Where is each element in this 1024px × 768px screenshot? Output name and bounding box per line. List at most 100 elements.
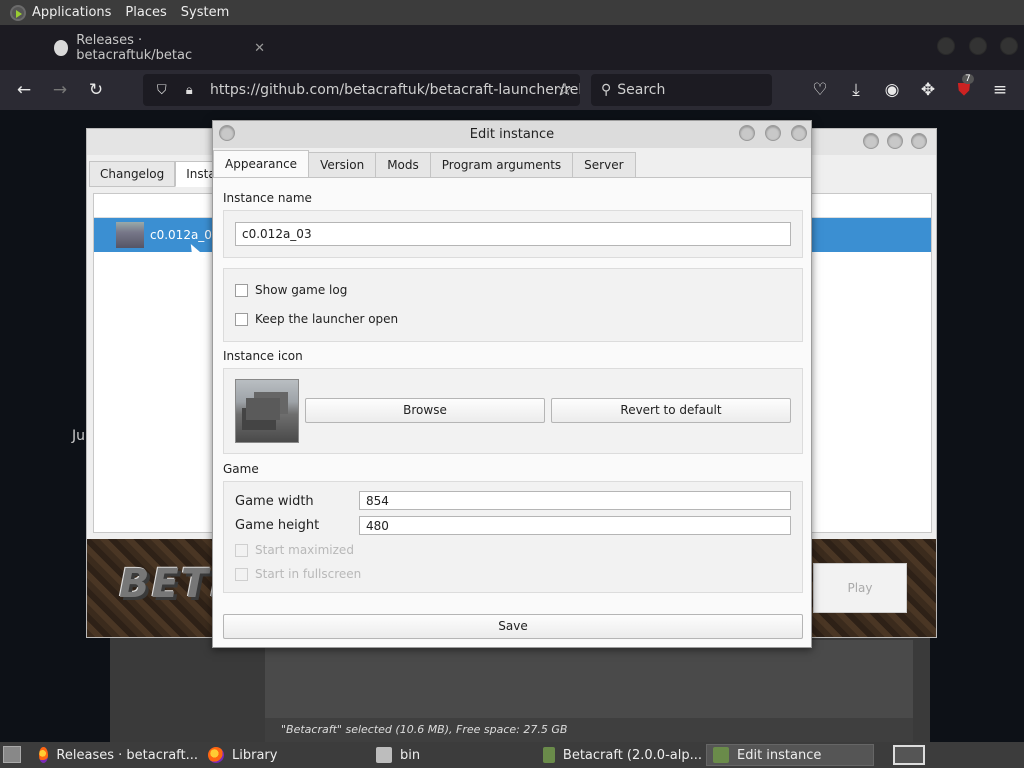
file-manager-statusbar: "Betacraft" selected (10.6 MB), Free spa…: [265, 718, 913, 742]
instance-icon-label: Instance icon: [223, 349, 303, 363]
game-group: Game width 854 Game height 480 Start max…: [223, 481, 803, 593]
start-maximized-label: Start maximized: [255, 543, 354, 557]
checkbox-box[interactable]: [235, 312, 248, 326]
start-fullscreen-checkbox: Start in fullscreen: [235, 567, 361, 581]
window-maximize-button[interactable]: [969, 37, 987, 55]
browser-tab-title: Releases · betacraftuk/betac: [76, 33, 193, 63]
dialog-minimize-button[interactable]: [739, 125, 755, 141]
taskbar-item-label: bin: [400, 747, 421, 763]
taskbar: Releases · betacraft... Library bin Beta…: [0, 742, 1024, 768]
checkbox-box[interactable]: [235, 283, 248, 297]
ublock-badge: 7: [962, 74, 974, 84]
browse-button[interactable]: Browse: [305, 398, 545, 423]
instance-name-field[interactable]: c0.012a_03: [235, 222, 791, 246]
browser-navbar: ← → ↻ ⛉ 🔒︎ https://github.com/betacraftu…: [0, 70, 1024, 110]
bookmark-star-icon[interactable]: ☆: [553, 78, 577, 102]
show-game-log-label: Show game log: [255, 283, 348, 297]
game-section-label: Game: [223, 462, 259, 476]
taskbar-item-bin[interactable]: bin: [370, 744, 535, 766]
start-fullscreen-label: Start in fullscreen: [255, 567, 362, 581]
tab-version[interactable]: Version: [309, 152, 377, 178]
download-icon[interactable]: ⤓: [844, 78, 868, 102]
betacraft-icon: [713, 747, 729, 763]
folder-icon: [376, 747, 392, 763]
instance-name-label: Instance name: [223, 191, 312, 205]
pocket-icon[interactable]: ♡: [808, 78, 832, 102]
tab-close-icon[interactable]: ✕: [254, 41, 265, 56]
game-height-field[interactable]: 480: [359, 516, 791, 535]
search-icon: ⚲: [601, 82, 612, 98]
start-maximized-checkbox: Start maximized: [235, 543, 354, 557]
edit-instance-dialog: Edit instance Instance name c0.012a_03 S…: [212, 120, 812, 648]
menu-applications[interactable]: Applications: [32, 5, 111, 20]
launcher-maximize-button[interactable]: [887, 133, 903, 149]
show-desktop-icon[interactable]: [3, 746, 21, 763]
browser-tabbar: Releases · betacraftuk/betac ✕: [0, 25, 1024, 70]
taskbar-item-edit-instance[interactable]: Edit instance: [706, 744, 874, 766]
revert-to-default-button[interactable]: Revert to default: [551, 398, 791, 423]
page-heading-fragment: Ju: [72, 428, 86, 444]
url-bar[interactable]: ⛉ 🔒︎ https://github.com/betacraftuk/beta…: [143, 74, 580, 106]
back-arrow-icon[interactable]: ←: [12, 78, 36, 102]
dialog-close-button[interactable]: [791, 125, 807, 141]
appearance-pane: Instance name c0.012a_03 Show game log K…: [213, 177, 811, 647]
account-icon[interactable]: ◉: [880, 78, 904, 102]
extensions-icon[interactable]: ✥: [916, 78, 940, 102]
firefox-icon: [39, 747, 49, 763]
tab-program-arguments[interactable]: Program arguments: [430, 152, 574, 178]
taskbar-item-betacraft[interactable]: Betacraft (2.0.0-alp...: [537, 744, 702, 766]
reload-icon[interactable]: ↻: [84, 78, 108, 102]
game-width-field[interactable]: 854: [359, 491, 791, 510]
taskbar-item-firefox-releases[interactable]: Releases · betacraft...: [33, 744, 198, 766]
launcher-close-button[interactable]: [911, 133, 927, 149]
instance-name-group: c0.012a_03: [223, 210, 803, 258]
lock-icon[interactable]: 🔒︎: [180, 83, 197, 98]
checkbox-box: [235, 567, 248, 581]
taskbar-item-label: Edit instance: [737, 747, 822, 763]
taskbar-item-label: Betacraft (2.0.0-alp...: [562, 747, 702, 763]
search-input[interactable]: ⚲ Search: [591, 74, 772, 106]
instance-row-name: c0.012a_03: [150, 228, 220, 242]
window-close-button[interactable]: [1000, 37, 1018, 55]
url-text[interactable]: https://github.com/betacraftuk/betacraft…: [210, 82, 580, 98]
github-icon: [54, 40, 69, 56]
instance-thumbnail: [116, 222, 144, 248]
game-width-label: Game width: [235, 494, 314, 509]
tab-mods[interactable]: Mods: [376, 152, 431, 178]
show-game-log-checkbox[interactable]: Show game log: [235, 283, 347, 297]
window-minimize-button[interactable]: [937, 37, 955, 55]
menu-system[interactable]: System: [181, 5, 229, 20]
game-height-label: Game height: [235, 518, 320, 533]
dialog-menu-button[interactable]: [219, 125, 235, 141]
search-placeholder: Search: [617, 82, 666, 98]
hamburger-menu-icon[interactable]: ≡: [988, 78, 1012, 102]
browser-tab-releases[interactable]: Releases · betacraftuk/betac ✕: [40, 33, 265, 63]
firefox-icon: [208, 747, 224, 763]
dialog-title: Edit instance: [213, 121, 811, 148]
play-button[interactable]: Play: [813, 563, 907, 613]
tab-server[interactable]: Server: [573, 152, 636, 178]
instance-icon-group: Browse Revert to default: [223, 368, 803, 454]
betacraft-icon: [543, 747, 555, 763]
checkbox-box: [235, 543, 248, 557]
distro-logo-icon[interactable]: [10, 4, 26, 21]
launcher-options-group: Show game log Keep the launcher open: [223, 268, 803, 342]
tab-appearance[interactable]: Appearance: [213, 150, 310, 178]
betacraft-logo: BETI: [119, 561, 227, 607]
top-panel: Applications Places System: [0, 0, 1024, 25]
shield-icon[interactable]: ⛉: [153, 83, 170, 98]
dialog-maximize-button[interactable]: [765, 125, 781, 141]
keep-launcher-open-label: Keep the launcher open: [255, 312, 399, 326]
menu-places[interactable]: Places: [125, 5, 166, 20]
forward-arrow-icon[interactable]: →: [48, 78, 72, 102]
dialog-tabs: Appearance Version Mods Program argument…: [213, 150, 636, 178]
taskbar-item-library[interactable]: Library: [202, 744, 367, 766]
workspace-switcher[interactable]: [893, 745, 925, 765]
launcher-minimize-button[interactable]: [863, 133, 879, 149]
tab-changelog[interactable]: Changelog: [89, 161, 176, 187]
save-button[interactable]: Save: [223, 614, 803, 639]
keep-launcher-open-checkbox[interactable]: Keep the launcher open: [235, 312, 398, 326]
instance-icon-preview: [235, 379, 299, 443]
taskbar-item-label: Releases · betacraft...: [56, 747, 198, 763]
taskbar-item-label: Library: [232, 747, 278, 763]
